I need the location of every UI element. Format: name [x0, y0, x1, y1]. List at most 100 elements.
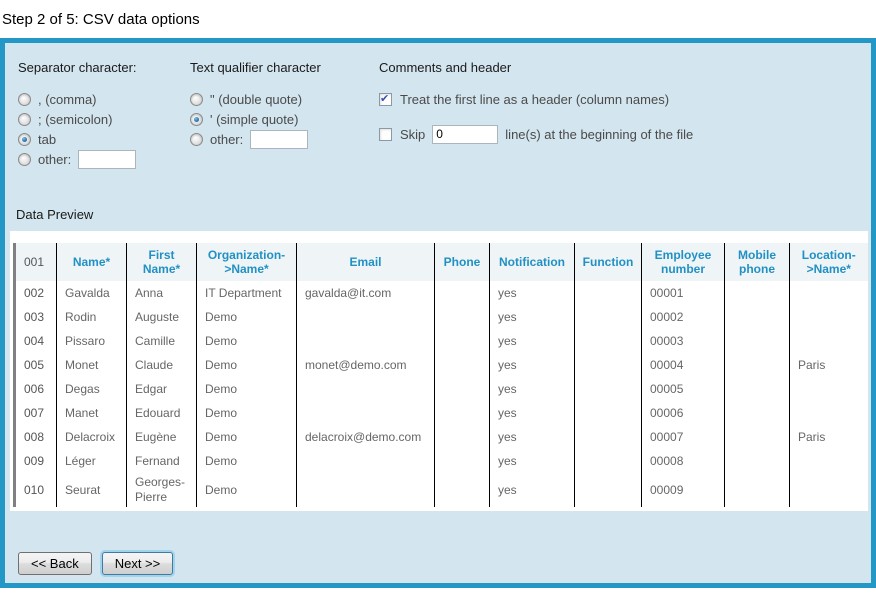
skip-lines-input[interactable]	[432, 125, 498, 144]
row-number: 003	[15, 305, 57, 329]
separator-option-label: tab	[38, 132, 56, 147]
table-row: 003RodinAugusteDemoyes00002	[15, 305, 868, 329]
skip-lines-option[interactable]: Skip line(s) at the beginning of the fil…	[379, 123, 871, 145]
cell-email	[297, 377, 435, 401]
separator-option-comma[interactable]: , (comma)	[18, 89, 186, 109]
separator-options: , (comma) ; (semicolon) tab other:	[14, 89, 186, 169]
qualifier-radio-other[interactable]	[190, 133, 203, 146]
qualifier-option-label: ' (simple quote)	[210, 112, 298, 127]
cell-name: Seurat	[57, 473, 127, 507]
col-header-organization_name: Organization->Name*	[197, 243, 297, 281]
cell-location_name	[790, 449, 868, 473]
cell-phone	[435, 377, 490, 401]
qualifier-option-label: " (double quote)	[210, 92, 302, 107]
col-header-phone: Phone	[435, 243, 490, 281]
qualifier-radio-simple-quote[interactable]	[190, 113, 203, 126]
table-row: 006DegasEdgarDemoyes00005	[15, 377, 868, 401]
separator-radio-semicolon[interactable]	[18, 113, 31, 126]
separator-option-tab[interactable]: tab	[18, 129, 186, 149]
cell-location_name	[790, 305, 868, 329]
cell-function	[575, 329, 642, 353]
qualifier-option-simple-quote[interactable]: ' (simple quote)	[190, 109, 375, 129]
separator-section: Separator character: , (comma); (semicol…	[14, 60, 186, 191]
treat-header-option[interactable]: Treat the first line as a header (column…	[379, 89, 871, 109]
data-preview-area: 001 Name*First Name*Organization->Name*E…	[10, 231, 868, 511]
cell-first_name: Edouard	[127, 401, 197, 425]
col-header-location_name: Location->Name*	[790, 243, 868, 281]
cell-phone	[435, 329, 490, 353]
skip-label-before: Skip	[400, 127, 425, 142]
row-number: 004	[15, 329, 57, 353]
next-button[interactable]: Next >>	[102, 552, 174, 575]
cell-first_name: Auguste	[127, 305, 197, 329]
cell-notification: yes	[490, 377, 575, 401]
cell-email	[297, 449, 435, 473]
separator-option-label: ; (semicolon)	[38, 112, 112, 127]
cell-email	[297, 401, 435, 425]
cell-function	[575, 377, 642, 401]
cell-function	[575, 449, 642, 473]
cell-function	[575, 473, 642, 507]
treat-header-checkbox[interactable]	[379, 93, 392, 106]
skip-lines-checkbox[interactable]	[379, 128, 392, 141]
cell-employee_number: 00001	[642, 281, 725, 305]
treat-header-label: Treat the first line as a header (column…	[400, 92, 669, 107]
cell-function	[575, 353, 642, 377]
col-header-mobile_phone: Mobile phone	[725, 243, 790, 281]
csv-options-panel: Separator character: , (comma); (semicol…	[0, 38, 876, 588]
cell-name: Degas	[57, 377, 127, 401]
cell-function	[575, 425, 642, 449]
cell-location_name: Paris	[790, 353, 868, 377]
col-header-function: Function	[575, 243, 642, 281]
wizard-buttons: << Back Next >>	[18, 552, 183, 575]
qualifier-option-other[interactable]: other:	[190, 129, 375, 149]
cell-phone	[435, 473, 490, 507]
cell-mobile_phone	[725, 425, 790, 449]
skip-label-after: line(s) at the beginning of the file	[505, 127, 693, 142]
qualifier-option-double-quote[interactable]: " (double quote)	[190, 89, 375, 109]
col-header-employee_number: Employee number	[642, 243, 725, 281]
cell-organization_name: Demo	[197, 329, 297, 353]
cell-first_name: Camille	[127, 329, 197, 353]
table-row: 008DelacroixEugèneDemodelacroix@demo.com…	[15, 425, 868, 449]
qualifier-other-input[interactable]	[250, 130, 308, 149]
cell-notification: yes	[490, 281, 575, 305]
row-number: 005	[15, 353, 57, 377]
cell-notification: yes	[490, 353, 575, 377]
cell-employee_number: 00009	[642, 473, 725, 507]
cell-name: Manet	[57, 401, 127, 425]
separator-radio-tab[interactable]	[18, 133, 31, 146]
options-section: Separator character: , (comma); (semicol…	[5, 43, 871, 191]
row-number: 009	[15, 449, 57, 473]
cell-first_name: Eugène	[127, 425, 197, 449]
cell-employee_number: 00004	[642, 353, 725, 377]
cell-organization_name: Demo	[197, 449, 297, 473]
cell-function	[575, 281, 642, 305]
back-button[interactable]: << Back	[18, 552, 92, 575]
separator-other-input[interactable]	[78, 150, 136, 169]
cell-notification: yes	[490, 401, 575, 425]
cell-employee_number: 00008	[642, 449, 725, 473]
separator-radio-comma[interactable]	[18, 93, 31, 106]
cell-organization_name: Demo	[197, 473, 297, 507]
cell-phone	[435, 449, 490, 473]
cell-mobile_phone	[725, 353, 790, 377]
cell-notification: yes	[490, 329, 575, 353]
separator-option-other[interactable]: other:	[18, 149, 186, 169]
separator-radio-other[interactable]	[18, 153, 31, 166]
comments-label: Comments and header	[379, 60, 871, 75]
separator-option-semicolon[interactable]: ; (semicolon)	[18, 109, 186, 129]
cell-organization_name: Demo	[197, 425, 297, 449]
comments-section: Comments and header Treat the first line…	[375, 60, 871, 191]
header-row-number: 001	[15, 243, 57, 281]
row-number: 010	[15, 473, 57, 507]
qualifier-section: Text qualifier character " (double quote…	[186, 60, 375, 191]
cell-phone	[435, 353, 490, 377]
cell-name: Léger	[57, 449, 127, 473]
cell-location_name: Paris	[790, 425, 868, 449]
cell-mobile_phone	[725, 449, 790, 473]
cell-mobile_phone	[725, 329, 790, 353]
cell-employee_number: 00005	[642, 377, 725, 401]
qualifier-radio-double-quote[interactable]	[190, 93, 203, 106]
cell-first_name: Georges-Pierre	[127, 473, 197, 507]
